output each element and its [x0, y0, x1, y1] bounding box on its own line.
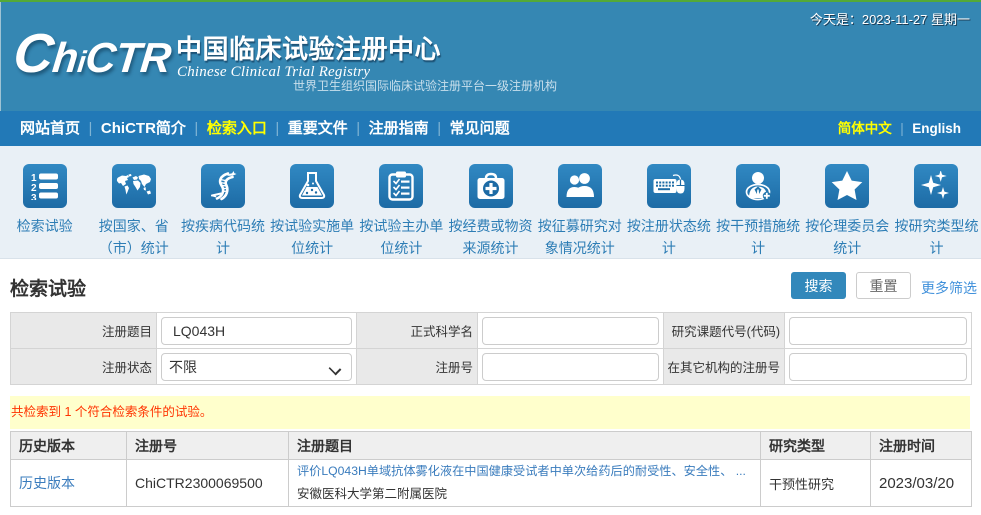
svg-text:3: 3	[31, 193, 37, 200]
